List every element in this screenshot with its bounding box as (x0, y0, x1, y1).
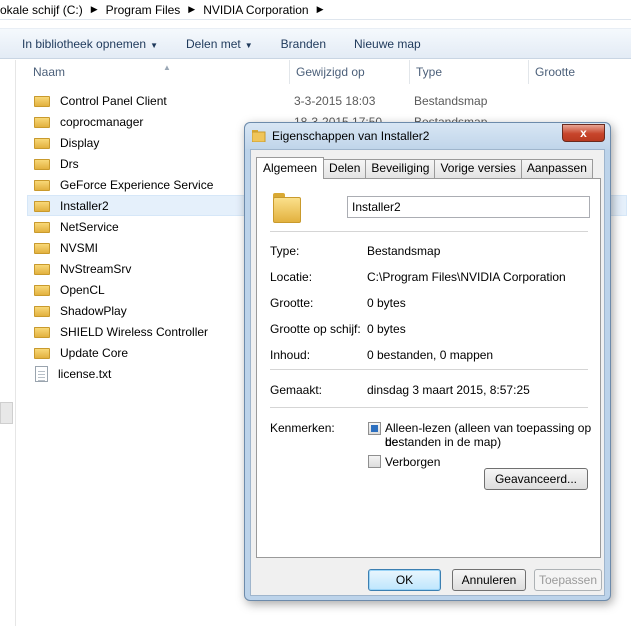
location-value: C:\Program Files\NVIDIA Corporation (367, 270, 566, 284)
address-breadcrumb[interactable]: okale schijf (C:) ▶ Program Files ▶ NVID… (0, 0, 631, 20)
column-header-size[interactable]: Grootte (528, 60, 628, 84)
created-value: dinsdag 3 maart 2015, 8:57:25 (367, 383, 530, 397)
created-label: Gemaakt: (270, 383, 323, 397)
folder-row[interactable]: Control Panel Client 3-3-2015 18:03 Bestan… (28, 90, 628, 111)
ok-button[interactable]: OK (368, 569, 441, 591)
properties-dialog: Eigenschappen van Installer2 x Algemeen … (244, 122, 611, 601)
folder-icon (34, 346, 50, 359)
folder-icon (34, 304, 50, 317)
folder-name-input[interactable] (347, 196, 590, 218)
type-label: Type: (270, 244, 300, 258)
command-bar: In bibliotheek opnemen ▼ Delen met ▼ Brand… (0, 28, 631, 59)
general-tab-panel: Type: Bestandsmap Locatie: C:\Program Fi… (256, 178, 601, 558)
include-in-library-label: In bibliotheek opnemen (22, 36, 147, 51)
folder-icon (34, 136, 50, 149)
share-with-button[interactable]: Delen met ▼ (172, 37, 267, 51)
file-type: Bestandsmap (414, 93, 488, 108)
folder-icon (34, 262, 50, 275)
size-value: 0 bytes (367, 296, 406, 310)
hidden-checkbox[interactable] (368, 455, 381, 468)
dialog-titlebar[interactable]: Eigenschappen van Installer2 x (245, 123, 610, 149)
size-on-disk-value: 0 bytes (367, 322, 406, 336)
tab-sharing[interactable]: Delen (323, 159, 367, 178)
folder-icon (273, 193, 303, 223)
share-with-label: Delen met (186, 36, 241, 51)
column-name-label: Naam (33, 65, 66, 79)
file-name: Control Panel Client (60, 93, 167, 108)
file-modified-date: 3-3-2015 18:03 (294, 93, 376, 108)
divider (270, 369, 588, 370)
folder-icon (34, 241, 50, 254)
folder-icon (34, 178, 50, 191)
folder-icon (252, 130, 266, 142)
caret-down-icon: ▼ (150, 40, 159, 50)
column-header-modified[interactable]: Gewijzigd op (289, 60, 409, 84)
location-label: Locatie: (270, 270, 313, 284)
close-button[interactable]: x (562, 124, 605, 142)
dialog-client-area: Algemeen Delen Beveiliging Vorige versie… (250, 149, 605, 596)
tab-customize[interactable]: Aanpassen (520, 159, 593, 178)
type-value: Bestandsmap (367, 244, 441, 258)
breadcrumb-nvidia[interactable]: NVIDIA Corporation (203, 3, 312, 17)
attributes-label: Kenmerken: (270, 421, 335, 435)
size-on-disk-label: Grootte op schijf: (270, 322, 361, 336)
text-file-icon (35, 365, 48, 382)
breadcrumb-program-files[interactable]: Program Files (106, 3, 185, 17)
column-header-name[interactable]: Naam ▲ (27, 60, 289, 84)
include-in-library-button[interactable]: In bibliotheek opnemen ▼ (0, 37, 172, 51)
size-label: Grootte: (270, 296, 314, 310)
folder-icon (34, 199, 50, 212)
folder-icon (34, 115, 50, 128)
navigation-pane[interactable] (0, 60, 16, 626)
folder-icon (34, 157, 50, 170)
breadcrumb-drive[interactable]: okale schijf (C:) (0, 3, 87, 17)
tab-general[interactable]: Algemeen (256, 157, 325, 179)
burn-button[interactable]: Branden (267, 37, 340, 51)
divider (270, 231, 588, 232)
chevron-right-icon[interactable]: ▶ (87, 4, 106, 15)
advanced-button[interactable]: Geavanceerd... (484, 468, 588, 490)
contents-value: 0 bestanden, 0 mappen (367, 348, 494, 362)
tab-strip: Algemeen Delen Beveiliging Vorige versie… (256, 157, 593, 179)
column-header-type[interactable]: Type (409, 60, 528, 84)
tab-security[interactable]: Beveiliging (365, 159, 436, 178)
readonly-checkbox[interactable] (368, 422, 381, 435)
readonly-label-continued: bestanden in de map) (385, 435, 502, 449)
caret-down-icon: ▼ (244, 40, 253, 50)
divider (270, 407, 588, 408)
close-icon: x (580, 126, 587, 140)
cancel-button[interactable]: Annuleren (452, 569, 526, 591)
chevron-right-icon[interactable]: ▶ (184, 4, 203, 15)
new-folder-button[interactable]: Nieuwe map (340, 37, 435, 51)
sort-ascending-icon: ▲ (163, 63, 171, 72)
navigation-scrollbar-thumb[interactable] (0, 402, 13, 424)
folder-icon (34, 283, 50, 296)
dialog-title: Eigenschappen van Installer2 (272, 129, 430, 143)
folder-icon (34, 220, 50, 233)
folder-icon (34, 94, 50, 107)
chevron-right-icon[interactable]: ▶ (313, 4, 332, 15)
contents-label: Inhoud: (270, 348, 311, 362)
tab-previous-versions[interactable]: Vorige versies (434, 159, 522, 178)
column-headers: Naam ▲ Gewijzigd op Type Grootte (17, 60, 631, 84)
folder-icon (34, 325, 50, 338)
apply-button[interactable]: Toepassen (534, 569, 602, 591)
hidden-label: Verborgen (385, 455, 441, 469)
